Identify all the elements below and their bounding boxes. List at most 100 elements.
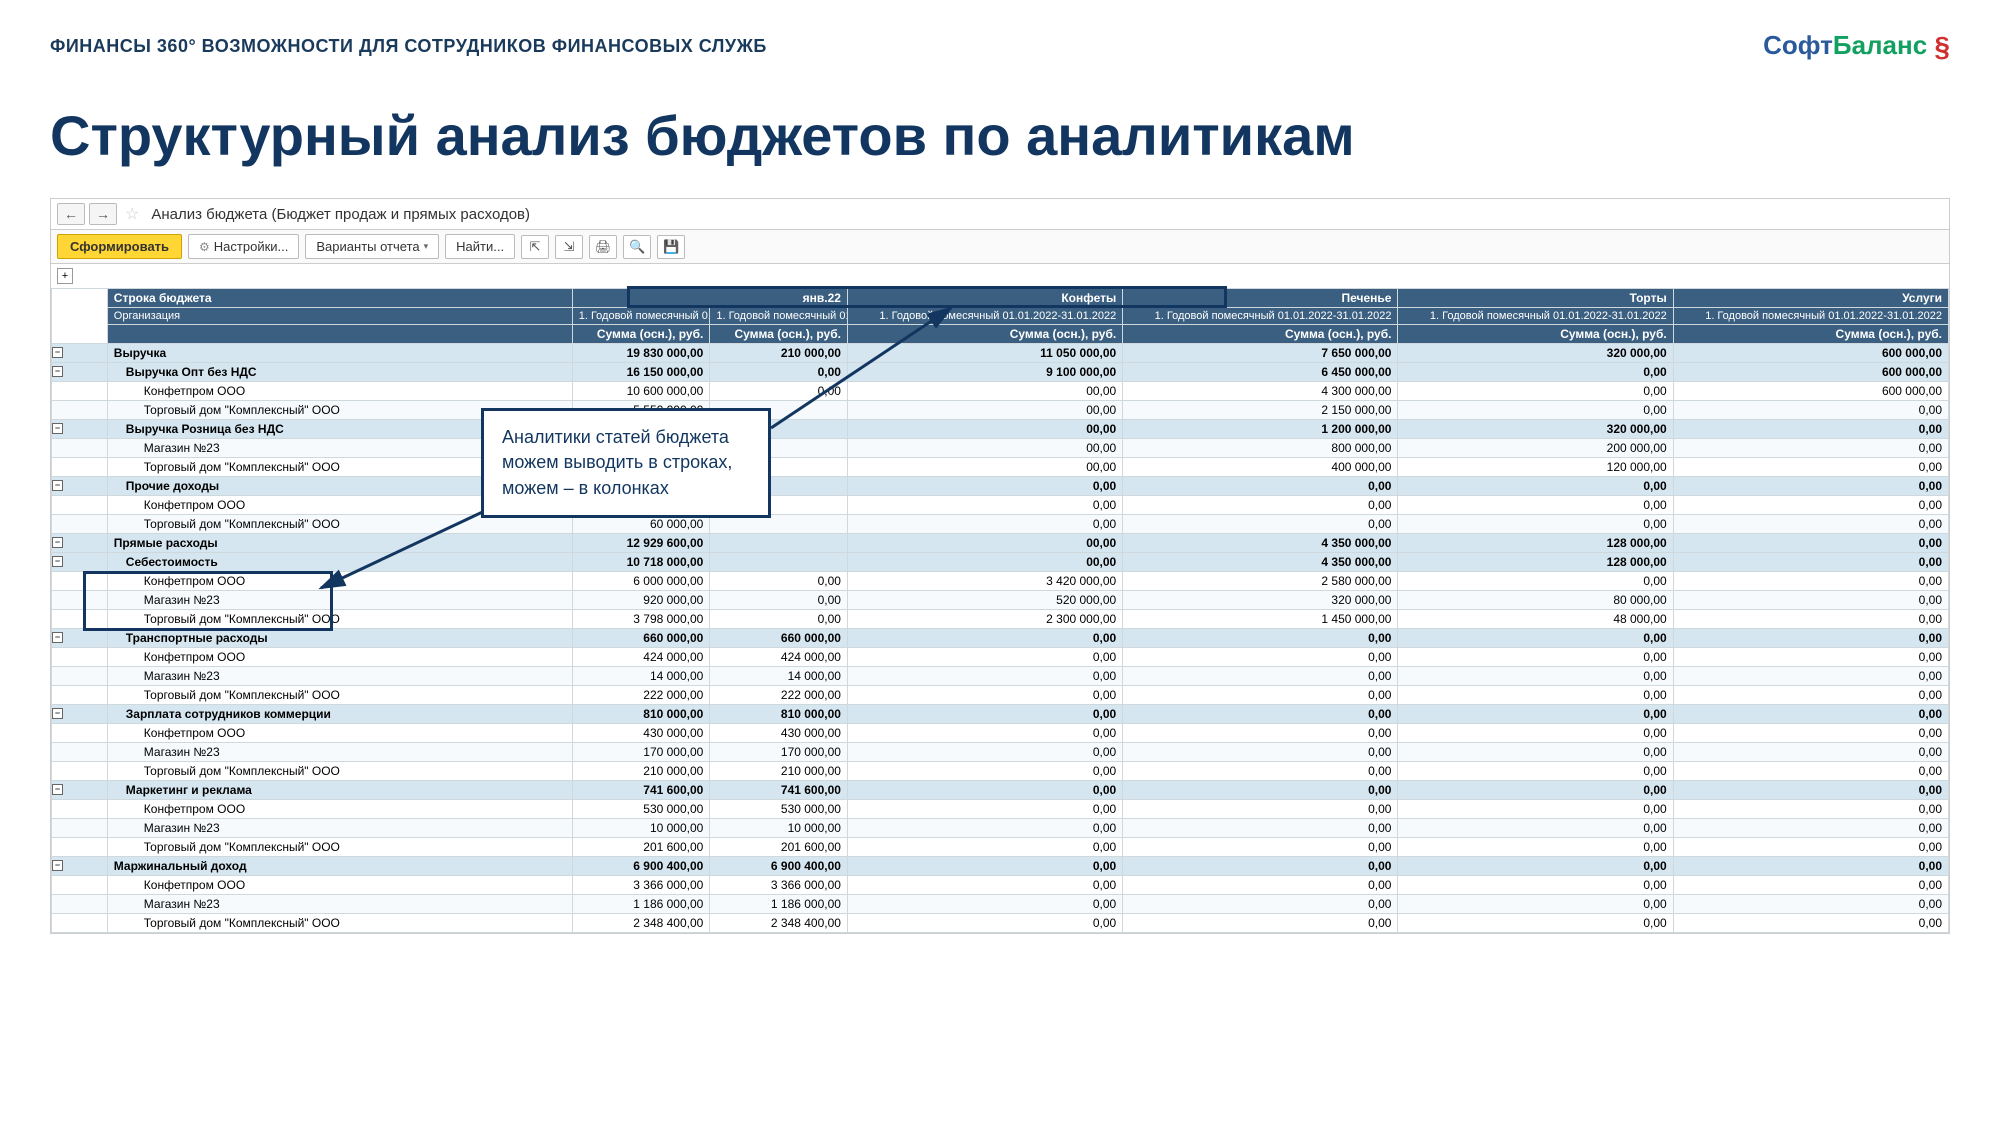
table-row[interactable]: Конфетпром ООО10 600 000,000,0000,004 30… [52,382,1949,401]
variants-button[interactable]: Варианты отчета ▾ [305,234,439,259]
back-button[interactable]: ← [57,203,85,225]
cell-value: 0,00 [1673,401,1948,420]
table-row[interactable]: Магазин №2314 000,0014 000,000,000,000,0… [52,667,1949,686]
cell-value: 0,00 [1673,534,1948,553]
tree-cell[interactable] [52,838,108,857]
tree-cell[interactable] [52,439,108,458]
table-row[interactable]: Торговый дом "Комплексный" ООО2 348 400,… [52,914,1949,933]
cell-value: 0,00 [1123,876,1398,895]
cell-value: 0,00 [710,591,848,610]
table-row[interactable]: Магазин №2310 000,0010 000,000,000,000,0… [52,819,1949,838]
collapse-icon[interactable]: − [52,632,63,643]
tree-cell[interactable]: − [52,857,108,876]
table-row[interactable]: −Выручка19 830 000,00210 000,0011 050 00… [52,344,1949,363]
cell-value: 430 000,00 [710,724,848,743]
table-row[interactable]: −Себестоимость10 718 000,0000,004 350 00… [52,553,1949,572]
table-row[interactable]: Конфетпром ООО150 000,000,000,000,000,00 [52,496,1949,515]
tree-cell[interactable] [52,762,108,781]
tree-cell[interactable] [52,914,108,933]
table-row[interactable]: Магазин №23170 000,00170 000,000,000,000… [52,743,1949,762]
table-row[interactable]: Торговый дом "Комплексный" ООО222 000,00… [52,686,1949,705]
plan-header-0: 1. Годовой помесячный 01.01.2022-31.01.2… [572,308,710,325]
tree-cell[interactable] [52,743,108,762]
table-row[interactable]: Торговый дом "Комплексный" ООО1 170 000,… [52,458,1949,477]
collapse-icon[interactable]: − [52,537,63,548]
logo-balance: Баланс [1833,30,1927,60]
table-row[interactable]: −Транспортные расходы660 000,00660 000,0… [52,629,1949,648]
collapse-icon[interactable]: − [52,366,63,377]
tree-cell[interactable] [52,401,108,420]
table-row[interactable]: −Прямые расходы12 929 600,0000,004 350 0… [52,534,1949,553]
table-row[interactable]: −Зарплата сотрудников коммерции810 000,0… [52,705,1949,724]
table-row[interactable]: −Маржинальный доход6 900 400,006 900 400… [52,857,1949,876]
tree-cell[interactable] [52,458,108,477]
tree-cell[interactable] [52,648,108,667]
table-row[interactable]: −Выручка Опт без НДС16 150 000,000,009 1… [52,363,1949,382]
collapse-icon[interactable]: − [52,860,63,871]
cell-value: 0,00 [1673,762,1948,781]
table-row[interactable]: Торговый дом "Комплексный" ООО210 000,00… [52,762,1949,781]
tree-cell[interactable]: − [52,534,108,553]
form-button[interactable]: Сформировать [57,234,182,259]
tree-cell[interactable] [52,515,108,534]
tree-cell[interactable] [52,819,108,838]
collapse-icon[interactable]: − [52,784,63,795]
tree-cell[interactable]: − [52,705,108,724]
tree-cell[interactable] [52,610,108,629]
tree-cell[interactable] [52,895,108,914]
collapse-icon[interactable]: − [52,708,63,719]
expand-up-button[interactable]: ⇱ [521,235,549,259]
cell-value: 424 000,00 [572,648,710,667]
tree-cell[interactable] [52,686,108,705]
table-row[interactable]: Торговый дом "Комплексный" ООО5 550 000,… [52,401,1949,420]
tree-cell[interactable]: − [52,420,108,439]
forward-button[interactable]: → [89,203,117,225]
table-row[interactable]: Магазин №23920 000,000,00520 000,00320 0… [52,591,1949,610]
table-row[interactable]: Магазин №231 186 000,001 186 000,000,000… [52,895,1949,914]
save-button[interactable]: 💾 [657,235,685,259]
table-row[interactable]: Магазин №232 300 000,0000,00800 000,0020… [52,439,1949,458]
tree-cell[interactable] [52,800,108,819]
collapse-icon[interactable]: − [52,423,63,434]
tree-cell[interactable] [52,667,108,686]
tree-cell[interactable] [52,591,108,610]
table-row[interactable]: Конфетпром ООО530 000,00530 000,000,000,… [52,800,1949,819]
tree-cell[interactable]: − [52,553,108,572]
cell-value: 1 200 000,00 [1123,420,1398,439]
collapse-down-button[interactable]: ⇲ [555,235,583,259]
table-row[interactable]: Торговый дом "Комплексный" ООО3 798 000,… [52,610,1949,629]
tree-cell[interactable]: − [52,629,108,648]
favorite-star-icon[interactable]: ☆ [125,204,139,224]
cell-value: 0,00 [1673,914,1948,933]
table-row[interactable]: Торговый дом "Комплексный" ООО60 000,000… [52,515,1949,534]
settings-button[interactable]: ⚙Настройки... [188,234,299,259]
find-button[interactable]: Найти... [445,234,515,259]
preview-button[interactable]: 🔍 [623,235,651,259]
table-row[interactable]: Торговый дом "Комплексный" ООО201 600,00… [52,838,1949,857]
tree-cell[interactable]: − [52,477,108,496]
tree-cell[interactable]: − [52,344,108,363]
table-row[interactable]: −Маркетинг и реклама741 600,00741 600,00… [52,781,1949,800]
period-header-3: Печенье [1123,289,1398,308]
table-row[interactable]: Конфетпром ООО424 000,00424 000,000,000,… [52,648,1949,667]
tree-cell[interactable]: − [52,363,108,382]
table-row[interactable]: Конфетпром ООО6 000 000,000,003 420 000,… [52,572,1949,591]
tree-cell[interactable] [52,724,108,743]
table-row[interactable]: −Выручка Розница без НДС3 470 000,0000,0… [52,420,1949,439]
table-row[interactable]: −Прочие доходы210 000,000,000,000,000,00 [52,477,1949,496]
tree-cell[interactable]: − [52,781,108,800]
expand-all-button[interactable]: + [57,268,73,284]
collapse-icon[interactable]: − [52,347,63,358]
collapse-icon[interactable]: − [52,556,63,567]
print-button[interactable]: 🖨 [589,235,617,259]
tree-cell[interactable] [52,496,108,515]
slide-title: Структурный анализ бюджетов по аналитика… [50,103,1950,168]
tree-cell[interactable] [52,382,108,401]
tree-cell[interactable] [52,876,108,895]
cell-value: 0,00 [1123,667,1398,686]
table-row[interactable]: Конфетпром ООО430 000,00430 000,000,000,… [52,724,1949,743]
collapse-icon[interactable]: − [52,480,63,491]
table-row[interactable]: Конфетпром ООО3 366 000,003 366 000,000,… [52,876,1949,895]
tree-cell[interactable] [52,572,108,591]
cell-value: 0,00 [1673,477,1948,496]
